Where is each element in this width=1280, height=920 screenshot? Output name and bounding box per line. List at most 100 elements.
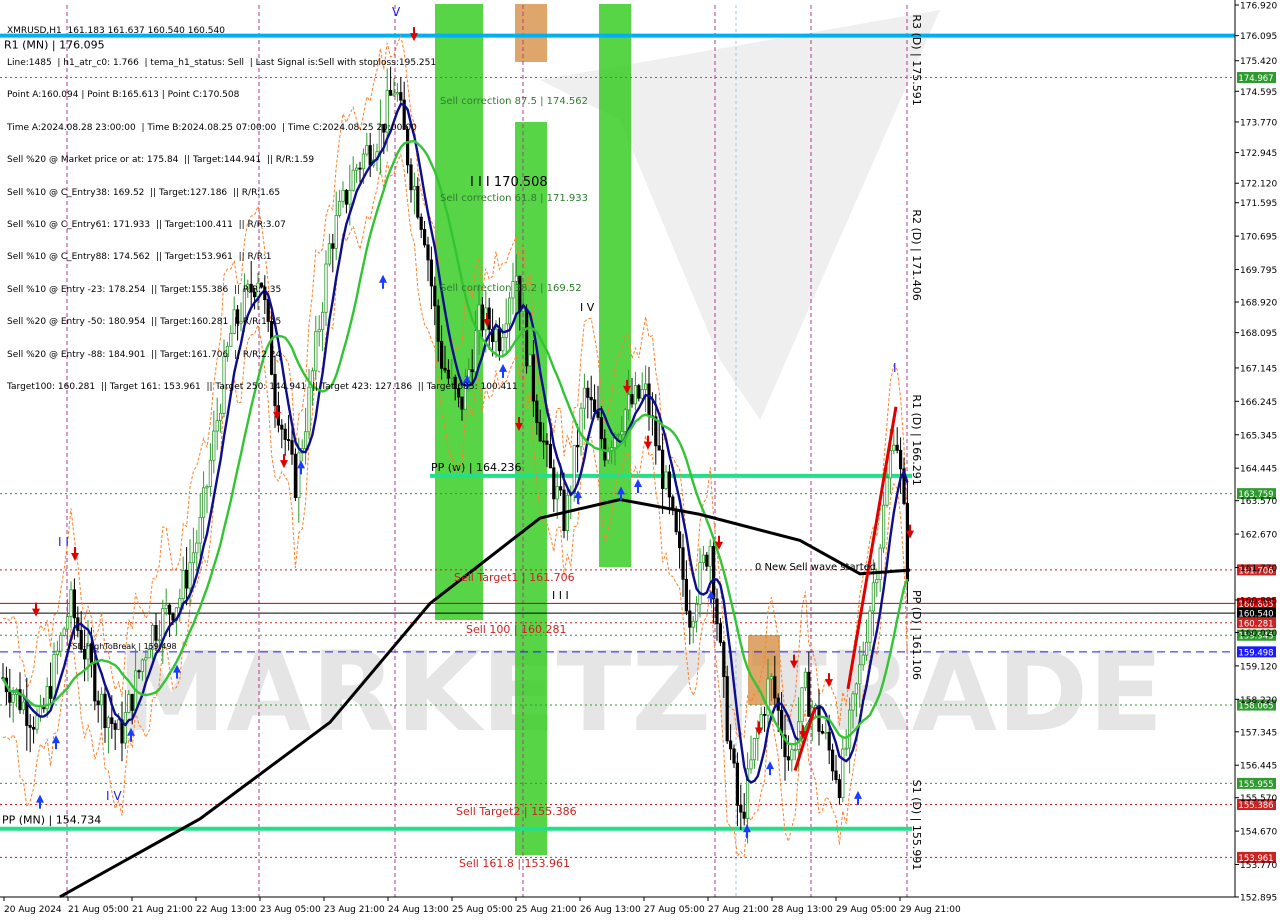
info-line: Sell %10 @ C_Entry38: 169.52 || Target:1… [7,187,281,198]
candle-body [195,542,199,554]
candle-body [572,444,576,494]
candle-body [885,477,889,506]
price-tick-label: 160.020 [1240,629,1277,639]
candle-body [793,749,797,751]
candle-body [198,516,202,544]
candle-body [582,387,587,409]
chart-annotation: Sell Target1 | 161.706 [454,571,575,584]
candle-body [868,610,872,643]
candle-body [875,579,879,584]
candle-body [674,509,678,533]
candle-body [32,726,36,730]
candle-body [627,394,631,411]
info-line: Sell %10 @ C_Entry61: 171.933 || Target:… [7,219,286,230]
info-line: Sell %10 @ C_Entry88: 174.562 || Target:… [7,252,272,263]
candle-body [178,598,182,609]
candle-body [293,453,298,498]
candle-body [817,705,821,732]
candle-body [167,604,172,615]
candle-body [623,409,627,432]
price-level-tag-text: 174.967 [1238,74,1273,84]
chart-annotation: I [893,361,897,375]
candle-body [52,654,56,699]
candle-body [140,659,144,672]
daily-pivot-label: PP (D) | 161.106 [910,590,923,680]
candle-body [739,804,743,813]
price-tick-label: 157.345 [1240,728,1277,738]
candle-body [212,430,216,461]
candle-body [535,400,539,423]
candle-body [722,641,726,677]
candle-body [797,721,801,750]
candle-body [688,610,692,628]
price-tick-label: 158.220 [1240,696,1277,706]
time-tick-label: 28 Aug 13:00 [772,905,833,915]
price-tick-label: 168.920 [1240,299,1277,309]
price-tick-label: 176.920 [1240,2,1277,12]
candle-body [586,387,590,398]
candle-body [712,545,716,600]
price-tick-label: 165.345 [1240,431,1277,441]
info-line: Target100: 160.281 || Target 161: 153.96… [7,381,518,392]
price-tick-label: 159.120 [1240,662,1277,672]
candle-body [25,701,29,726]
candle-body [807,671,811,717]
candle-body [205,486,209,489]
chart-annotation: I I I [552,589,569,602]
info-line: Sell %20 @ Entry -50: 180.954 || Target:… [7,317,282,328]
candle-body [681,547,685,580]
price-tick-label: 154.670 [1240,828,1277,838]
info-line: Time A:2024.08.28 23:00:00 | Time B:2024… [7,122,417,133]
candle-body [735,762,740,806]
candle-body [184,569,189,589]
candle-body [191,552,195,564]
price-tick-label: 167.145 [1240,364,1277,374]
chart-annotation: I I [58,535,69,549]
candle-body [769,676,774,680]
candle-body [11,693,15,703]
candle-body [171,613,175,621]
candle-body [698,562,702,605]
candle-body [290,440,294,455]
candle-body [589,396,593,401]
price-tick-label: 152.895 [1240,894,1277,904]
info-line: Sell %10 @ Entry -23: 178.254 || Target:… [7,284,282,295]
candle-body [542,440,546,443]
candle-body [701,554,706,564]
candle-body [803,671,808,689]
chart-annotation: FSB-HighToBreak | 159.498 [68,642,177,651]
time-tick-label: 20 Aug 2024 [4,905,62,915]
candle-body [555,486,559,500]
candle-body [684,578,689,612]
candle-body [708,545,712,567]
candle-body [130,693,134,711]
candle-body [725,676,729,742]
candle-body [834,770,838,781]
info-panel: XMRUSD,H1 161.183 161.637 160.540 160.54… [7,4,518,403]
time-tick-label: 25 Aug 05:00 [452,905,513,915]
candle-body [8,691,12,703]
candle-body [93,662,97,702]
candle-body [718,623,723,643]
candle-body [858,664,862,685]
candle-body [691,620,695,628]
highlight-zone [599,4,631,567]
info-line: Sell %20 @ Entry -88: 184.901 || Target:… [7,349,282,360]
price-tick-label: 170.695 [1240,233,1277,243]
price-tick-label: 174.595 [1240,88,1277,98]
candle-body [715,598,719,625]
price-level-tag-text: 155.955 [1238,780,1273,790]
candle-body [759,713,763,730]
chart-annotation: I V [106,789,122,803]
price-tick-label: 153.770 [1240,861,1277,871]
candle-body [616,434,621,437]
candle-body [579,407,583,448]
price-level-tag-text: 159.498 [1238,648,1273,658]
price-tick-label: 156.445 [1240,762,1277,772]
candle-body [283,428,287,440]
highlight-zone [515,122,547,855]
candle-body [599,417,604,440]
candle-body [837,779,842,799]
candle-body [606,450,610,461]
candle-body [878,547,882,580]
